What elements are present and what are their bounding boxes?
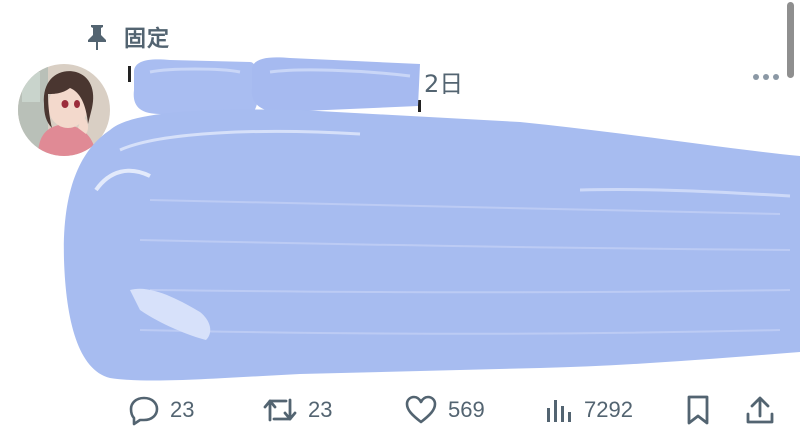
heart-icon <box>405 395 437 424</box>
pinned-indicator: 固定 <box>84 22 170 52</box>
more-dots-icon[interactable] <box>748 66 784 88</box>
reply-count: 23 <box>170 397 195 422</box>
share-icon <box>746 396 774 424</box>
action-bar: 23 23 569 7292 <box>0 390 800 430</box>
post-page: 固定 2日 23 23 569 7292 <box>0 0 800 442</box>
like-button[interactable]: 569 <box>404 390 485 430</box>
reply-icon <box>129 396 159 426</box>
views-count: 7292 <box>584 397 633 422</box>
scrollbar[interactable] <box>787 2 794 78</box>
views-chart-icon <box>547 400 571 422</box>
views-button[interactable]: 7292 <box>544 390 633 430</box>
pin-icon <box>88 25 106 50</box>
avatar[interactable] <box>18 64 110 156</box>
share-button[interactable] <box>744 390 776 430</box>
repost-button[interactable]: 23 <box>262 390 332 430</box>
pinned-label: 固定 <box>124 27 171 52</box>
avatar-image <box>18 64 110 156</box>
like-count: 569 <box>448 397 485 422</box>
repost-icon <box>263 398 297 422</box>
reply-button[interactable]: 23 <box>128 390 194 430</box>
repost-count: 23 <box>308 397 333 422</box>
bookmark-button[interactable] <box>684 390 712 430</box>
bookmark-icon <box>687 395 709 425</box>
post-date[interactable]: 2日 <box>424 64 463 99</box>
redaction-brushstroke <box>63 57 800 381</box>
